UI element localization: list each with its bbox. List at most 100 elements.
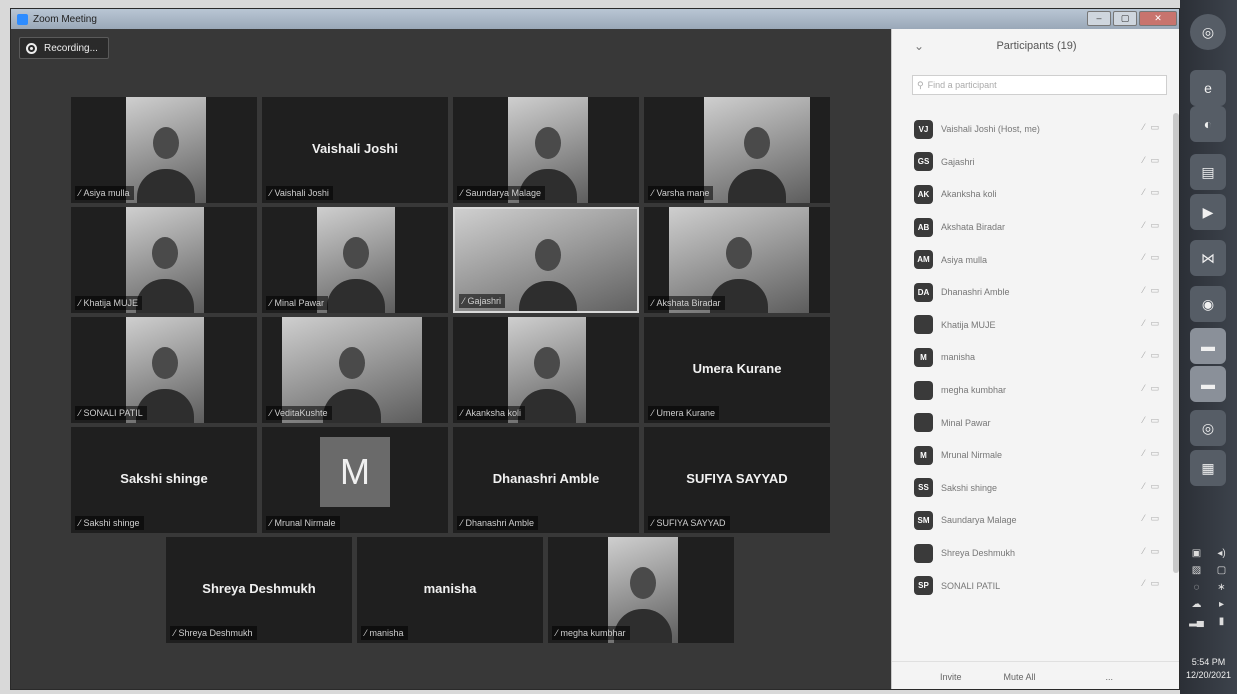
mic-muted-icon[interactable]: ⁄ — [1143, 513, 1145, 524]
video-tile[interactable]: ⁄ Akshata Biradar — [644, 207, 830, 313]
chrome-icon[interactable]: ◉ — [1190, 286, 1226, 322]
participant-row[interactable]: Minal Pawar ⁄ ▭ — [892, 406, 1169, 439]
mic-muted-icon[interactable]: ⁄ — [1143, 546, 1145, 557]
video-tile[interactable]: ⁄ Gajashri — [453, 207, 639, 313]
minimize-button[interactable]: – — [1087, 11, 1111, 26]
participant-row[interactable]: VJ Vaishali Joshi (Host, me) ⁄ ▭ — [892, 113, 1169, 146]
video-tile[interactable]: Dhanashri Amble ⁄ Dhanashri Amble — [453, 427, 639, 533]
camera-status-icon[interactable]: ▭ — [1150, 383, 1159, 394]
app-icon-1[interactable]: ◐ — [1190, 106, 1226, 142]
tray-icon-3[interactable]: ◌ — [1184, 582, 1209, 593]
close-button[interactable]: ✕ — [1139, 11, 1177, 26]
mic-muted-icon[interactable]: ⁄ — [1143, 187, 1145, 198]
battery-icon[interactable]: ▮ — [1209, 616, 1234, 627]
participant-row[interactable]: SP SONALI PATIL ⁄ ▭ — [892, 569, 1169, 602]
camera-status-icon[interactable]: ▭ — [1150, 513, 1159, 524]
video-tile[interactable]: ⁄ Asiya mulla — [71, 97, 257, 203]
tray-icon-5[interactable]: ▸ — [1209, 599, 1234, 610]
participant-row[interactable]: Khatija MUJE ⁄ ▭ — [892, 309, 1169, 342]
tile-display-name: manisha — [423, 581, 477, 596]
camera-status-icon[interactable]: ▭ — [1150, 350, 1159, 361]
video-tile[interactable]: ⁄ SONALI PATIL — [71, 317, 257, 423]
search-input[interactable]: Find a participant — [928, 80, 997, 90]
recording-indicator[interactable]: Recording... — [19, 37, 109, 59]
video-tile[interactable]: ⁄ Minal Pawar — [262, 207, 448, 313]
camera-status-icon[interactable]: ▭ — [1150, 546, 1159, 557]
collapse-icon[interactable]: ⌄ — [914, 39, 924, 53]
camera-status-icon[interactable]: ▭ — [1150, 448, 1159, 459]
participant-search[interactable]: ⚲ Find a participant — [912, 75, 1167, 95]
tray-icon-4[interactable]: ☁ — [1184, 599, 1209, 610]
camera-status-icon[interactable]: ▭ — [1150, 318, 1159, 329]
start-button[interactable]: ◎ — [1190, 14, 1226, 50]
tray-icon-1[interactable]: ▨ — [1184, 565, 1209, 576]
mic-muted-icon[interactable]: ⁄ — [1143, 220, 1145, 231]
mic-muted-icon: ⁄ — [463, 296, 465, 306]
video-tile[interactable]: SUFIYA SAYYAD ⁄ SUFIYA SAYYAD — [644, 427, 830, 533]
mic-muted-icon[interactable]: ⁄ — [1143, 448, 1145, 459]
video-tile[interactable]: Vaishali Joshi ⁄ Vaishali Joshi — [262, 97, 448, 203]
camera-status-icon[interactable]: ▭ — [1150, 578, 1159, 589]
participant-row[interactable]: AB Akshata Biradar ⁄ ▭ — [892, 211, 1169, 244]
document-icon[interactable]: ▦ — [1190, 450, 1226, 486]
video-tile[interactable]: ⁄ Akanksha koli — [453, 317, 639, 423]
zoom-taskbar-icon[interactable]: ▬ — [1190, 328, 1226, 364]
mute-all-button[interactable]: Mute All — [1004, 672, 1036, 682]
mic-muted-icon[interactable]: ⁄ — [1143, 155, 1145, 166]
video-tile[interactable]: ⁄ Saundarya Malage — [453, 97, 639, 203]
video-tile[interactable]: M ⁄ Mrunal Nirmale — [262, 427, 448, 533]
invite-button[interactable]: Invite — [940, 672, 962, 682]
signal-icon[interactable]: ▂▄ — [1184, 616, 1209, 627]
camera-status-icon[interactable]: ▭ — [1150, 481, 1159, 492]
clock[interactable]: 5:54 PM 12/20/2021 — [1180, 656, 1237, 682]
tray-icon-2[interactable]: ▢ — [1209, 565, 1234, 576]
camera-status-icon[interactable]: ▭ — [1150, 415, 1159, 426]
video-tile[interactable]: ⁄ VeditaKushte — [262, 317, 448, 423]
camera-status-icon[interactable]: ▭ — [1150, 187, 1159, 198]
video-tile[interactable]: ⁄ megha kumbhar — [548, 537, 734, 643]
maximize-button[interactable]: ▢ — [1113, 11, 1137, 26]
camera-status-icon[interactable]: ▭ — [1150, 220, 1159, 231]
participant-row[interactable]: DA Dhanashri Amble ⁄ ▭ — [892, 276, 1169, 309]
camera-status-icon[interactable]: ▭ — [1150, 122, 1159, 133]
mic-muted-icon[interactable]: ⁄ — [1143, 481, 1145, 492]
camera-status-icon[interactable]: ▭ — [1150, 155, 1159, 166]
participant-scrollbar[interactable] — [1173, 113, 1179, 573]
video-tile[interactable]: Umera Kurane ⁄ Umera Kurane — [644, 317, 830, 423]
participant-row[interactable]: SM Saundarya Malage ⁄ ▭ — [892, 504, 1169, 537]
participant-row[interactable]: Shreya Deshmukh ⁄ ▭ — [892, 537, 1169, 570]
camera-icon[interactable]: ◎ — [1190, 410, 1226, 446]
app-icon-2[interactable]: ⋈ — [1190, 240, 1226, 276]
mic-muted-icon[interactable]: ⁄ — [1143, 350, 1145, 361]
mic-muted-icon[interactable]: ⁄ — [1143, 252, 1145, 263]
network-icon[interactable]: ▣ — [1184, 548, 1209, 559]
participant-row[interactable]: AK Akanksha koli ⁄ ▭ — [892, 178, 1169, 211]
video-tile[interactable]: ⁄ Khatija MUJE — [71, 207, 257, 313]
mic-muted-icon[interactable]: ⁄ — [1143, 122, 1145, 133]
participant-row[interactable]: GS Gajashri ⁄ ▭ — [892, 146, 1169, 179]
bluetooth-icon[interactable]: ∗ — [1209, 582, 1234, 593]
video-tile[interactable]: manisha ⁄ manisha — [357, 537, 543, 643]
participant-row[interactable]: AM Asiya mulla ⁄ ▭ — [892, 243, 1169, 276]
mic-muted-icon[interactable]: ⁄ — [1143, 578, 1145, 589]
browser-icon[interactable]: e — [1190, 70, 1226, 106]
video-tile[interactable]: Sakshi shinge ⁄ Sakshi shinge — [71, 427, 257, 533]
video-tile[interactable]: Shreya Deshmukh ⁄ Shreya Deshmukh — [166, 537, 352, 643]
mic-muted-icon[interactable]: ⁄ — [1143, 383, 1145, 394]
media-player-icon[interactable]: ▶ — [1190, 194, 1226, 230]
camera-status-icon[interactable]: ▭ — [1150, 285, 1159, 296]
folder-icon[interactable]: ▤ — [1190, 154, 1226, 190]
mic-muted-icon[interactable]: ⁄ — [1143, 318, 1145, 329]
participant-row[interactable]: megha kumbhar ⁄ ▭ — [892, 374, 1169, 407]
mic-muted-icon[interactable]: ⁄ — [1143, 415, 1145, 426]
participant-name: Gajashri — [467, 296, 502, 306]
participant-row[interactable]: SS Sakshi shinge ⁄ ▭ — [892, 472, 1169, 505]
participant-row[interactable]: Mmanisha ⁄ ▭ — [892, 341, 1169, 374]
mic-muted-icon[interactable]: ⁄ — [1143, 285, 1145, 296]
more-button[interactable]: ... — [1106, 672, 1114, 682]
video-tile[interactable]: ⁄ Varsha mane — [644, 97, 830, 203]
camera-status-icon[interactable]: ▭ — [1150, 252, 1159, 263]
participant-row[interactable]: M Mrunal Nirmale ⁄ ▭ — [892, 439, 1169, 472]
zoom-taskbar-icon-2[interactable]: ▬ — [1190, 366, 1226, 402]
volume-icon[interactable]: ◂) — [1209, 548, 1234, 559]
